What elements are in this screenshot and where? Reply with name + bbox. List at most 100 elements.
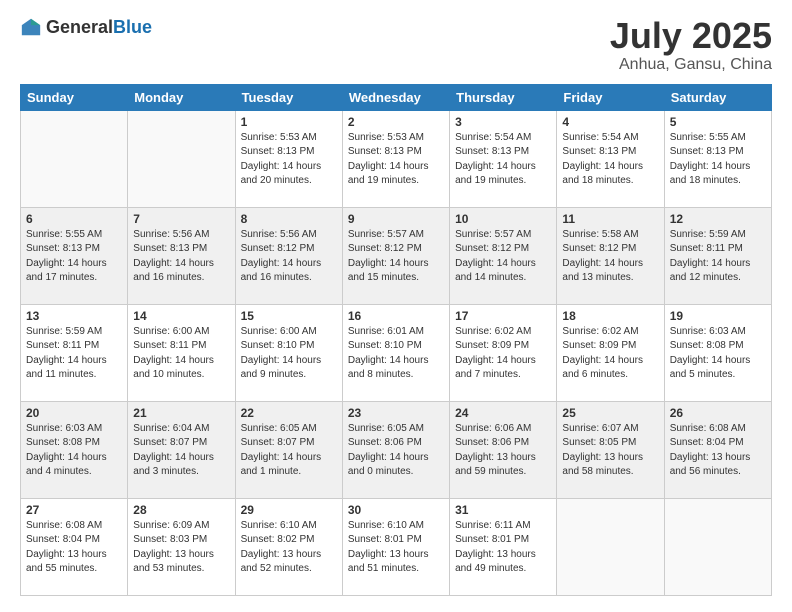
day-info: Sunrise: 6:00 AMSunset: 8:11 PMDaylight:… xyxy=(133,325,229,383)
calendar-cell: 8 Sunrise: 5:56 AMSunset: 8:12 PMDaylight… xyxy=(235,207,342,304)
calendar-week-row: 13 Sunrise: 5:59 AMSunset: 8:11 PMDayligh… xyxy=(21,304,772,401)
calendar-cell: 4Sunrise: 5:54 AMSunset: 8:13 PMDaylight… xyxy=(557,110,664,207)
day-number: 18 xyxy=(562,309,658,323)
day-info: Sunrise: 5:55 AMSunset: 8:13 PMDaylight:… xyxy=(670,131,766,189)
day-number: 19 xyxy=(670,309,766,323)
logo-general: General xyxy=(46,17,113,37)
day-info: Sunrise: 6:07 AMSunset: 8:05 PMDaylight:… xyxy=(562,422,658,480)
calendar-cell: 12 Sunrise: 5:59 AMSunset: 8:11 PMDayligh… xyxy=(664,207,771,304)
calendar-week-row: 20Sunrise: 6:03 AMSunset: 8:08 PMDayligh… xyxy=(21,401,772,498)
day-number: 23 xyxy=(348,406,444,420)
day-info: Sunrise: 5:55 AMSunset: 8:13 PMDaylight:… xyxy=(26,228,122,286)
day-number: 12 xyxy=(670,212,766,226)
weekday-header-row: SundayMondayTuesdayWednesdayThursdayFrid… xyxy=(21,84,772,110)
calendar-week-row: 27 Sunrise: 6:08 AMSunset: 8:04 PMDayligh… xyxy=(21,498,772,595)
calendar-cell: 24 Sunrise: 6:06 AMSunset: 8:06 PMDayligh… xyxy=(450,401,557,498)
day-number: 6 xyxy=(26,212,122,226)
weekday-header-thursday: Thursday xyxy=(450,84,557,110)
calendar-cell: 10 Sunrise: 5:57 AMSunset: 8:12 PMDayligh… xyxy=(450,207,557,304)
calendar-cell xyxy=(557,498,664,595)
calendar-cell: 11Sunrise: 5:58 AMSunset: 8:12 PMDayligh… xyxy=(557,207,664,304)
calendar-cell xyxy=(21,110,128,207)
day-number: 4 xyxy=(562,115,658,129)
day-info: Sunrise: 5:53 AMSunset: 8:13 PMDaylight:… xyxy=(348,131,444,189)
calendar-cell xyxy=(128,110,235,207)
day-info: Sunrise: 6:10 AMSunset: 8:01 PMDaylight:… xyxy=(348,519,444,577)
weekday-header-sunday: Sunday xyxy=(21,84,128,110)
day-info: Sunrise: 6:06 AMSunset: 8:06 PMDaylight:… xyxy=(455,422,551,480)
logo-icon xyxy=(20,16,42,38)
day-info: Sunrise: 6:09 AMSunset: 8:03 PMDaylight:… xyxy=(133,519,229,577)
calendar-cell: 6 Sunrise: 5:55 AMSunset: 8:13 PMDaylight… xyxy=(21,207,128,304)
day-number: 29 xyxy=(241,503,337,517)
day-number: 30 xyxy=(348,503,444,517)
calendar-cell: 23 Sunrise: 6:05 AMSunset: 8:06 PMDayligh… xyxy=(342,401,449,498)
day-number: 22 xyxy=(241,406,337,420)
day-number: 15 xyxy=(241,309,337,323)
day-info: Sunrise: 5:59 AMSunset: 8:11 PMDaylight:… xyxy=(670,228,766,286)
day-info: Sunrise: 5:57 AMSunset: 8:12 PMDaylight:… xyxy=(455,228,551,286)
day-number: 8 xyxy=(241,212,337,226)
day-info: Sunrise: 5:59 AMSunset: 8:11 PMDaylight:… xyxy=(26,325,122,383)
day-number: 28 xyxy=(133,503,229,517)
day-number: 5 xyxy=(670,115,766,129)
calendar-location: Anhua, Gansu, China xyxy=(610,56,772,74)
day-number: 1 xyxy=(241,115,337,129)
calendar-cell: 18 Sunrise: 6:02 AMSunset: 8:09 PMDayligh… xyxy=(557,304,664,401)
day-info: Sunrise: 5:56 AMSunset: 8:13 PMDaylight:… xyxy=(133,228,229,286)
day-info: Sunrise: 5:56 AMSunset: 8:12 PMDaylight:… xyxy=(241,228,337,286)
day-info: Sunrise: 6:03 AMSunset: 8:08 PMDaylight:… xyxy=(670,325,766,383)
day-number: 25 xyxy=(562,406,658,420)
day-info: Sunrise: 6:01 AMSunset: 8:10 PMDaylight:… xyxy=(348,325,444,383)
calendar-cell: 5 Sunrise: 5:55 AMSunset: 8:13 PMDaylight… xyxy=(664,110,771,207)
day-number: 24 xyxy=(455,406,551,420)
day-number: 11 xyxy=(562,212,658,226)
calendar-cell: 3 Sunrise: 5:54 AMSunset: 8:13 PMDaylight… xyxy=(450,110,557,207)
calendar-cell: 21Sunrise: 6:04 AMSunset: 8:07 PMDayligh… xyxy=(128,401,235,498)
day-number: 7 xyxy=(133,212,229,226)
calendar-cell: 26 Sunrise: 6:08 AMSunset: 8:04 PMDayligh… xyxy=(664,401,771,498)
calendar-cell: 25 Sunrise: 6:07 AMSunset: 8:05 PMDayligh… xyxy=(557,401,664,498)
day-info: Sunrise: 6:02 AMSunset: 8:09 PMDaylight:… xyxy=(455,325,551,383)
calendar-cell: 16Sunrise: 6:01 AMSunset: 8:10 PMDayligh… xyxy=(342,304,449,401)
logo-text: GeneralBlue xyxy=(46,17,152,38)
day-info: Sunrise: 6:08 AMSunset: 8:04 PMDaylight:… xyxy=(670,422,766,480)
day-info: Sunrise: 6:10 AMSunset: 8:02 PMDaylight:… xyxy=(241,519,337,577)
day-info: Sunrise: 6:08 AMSunset: 8:04 PMDaylight:… xyxy=(26,519,122,577)
day-info: Sunrise: 5:54 AMSunset: 8:13 PMDaylight:… xyxy=(455,131,551,189)
weekday-header-tuesday: Tuesday xyxy=(235,84,342,110)
day-info: Sunrise: 6:04 AMSunset: 8:07 PMDaylight:… xyxy=(133,422,229,480)
day-number: 2 xyxy=(348,115,444,129)
day-number: 9 xyxy=(348,212,444,226)
header: GeneralBlue July 2025 Anhua, Gansu, Chin… xyxy=(20,16,772,74)
calendar-cell: 31Sunrise: 6:11 AMSunset: 8:01 PMDayligh… xyxy=(450,498,557,595)
day-number: 27 xyxy=(26,503,122,517)
weekday-header-monday: Monday xyxy=(128,84,235,110)
calendar-cell: 2 Sunrise: 5:53 AMSunset: 8:13 PMDaylight… xyxy=(342,110,449,207)
calendar-cell: 22Sunrise: 6:05 AMSunset: 8:07 PMDayligh… xyxy=(235,401,342,498)
day-number: 20 xyxy=(26,406,122,420)
calendar-cell: 9Sunrise: 5:57 AMSunset: 8:12 PMDaylight… xyxy=(342,207,449,304)
day-info: Sunrise: 6:02 AMSunset: 8:09 PMDaylight:… xyxy=(562,325,658,383)
calendar-cell xyxy=(664,498,771,595)
day-number: 13 xyxy=(26,309,122,323)
calendar-week-row: 6 Sunrise: 5:55 AMSunset: 8:13 PMDaylight… xyxy=(21,207,772,304)
day-number: 10 xyxy=(455,212,551,226)
calendar-cell: 1 Sunrise: 5:53 AMSunset: 8:13 PMDaylight… xyxy=(235,110,342,207)
calendar-week-row: 1 Sunrise: 5:53 AMSunset: 8:13 PMDaylight… xyxy=(21,110,772,207)
day-number: 17 xyxy=(455,309,551,323)
day-number: 26 xyxy=(670,406,766,420)
calendar-cell: 13 Sunrise: 5:59 AMSunset: 8:11 PMDayligh… xyxy=(21,304,128,401)
day-number: 3 xyxy=(455,115,551,129)
day-number: 31 xyxy=(455,503,551,517)
weekday-header-wednesday: Wednesday xyxy=(342,84,449,110)
day-number: 14 xyxy=(133,309,229,323)
calendar-cell: 17 Sunrise: 6:02 AMSunset: 8:09 PMDayligh… xyxy=(450,304,557,401)
day-info: Sunrise: 5:53 AMSunset: 8:13 PMDaylight:… xyxy=(241,131,337,189)
calendar-cell: 27 Sunrise: 6:08 AMSunset: 8:04 PMDayligh… xyxy=(21,498,128,595)
logo-blue: Blue xyxy=(113,17,152,37)
calendar-cell: 20Sunrise: 6:03 AMSunset: 8:08 PMDayligh… xyxy=(21,401,128,498)
calendar-title: July 2025 xyxy=(610,16,772,56)
day-info: Sunrise: 6:05 AMSunset: 8:06 PMDaylight:… xyxy=(348,422,444,480)
calendar-cell: 7 Sunrise: 5:56 AMSunset: 8:13 PMDaylight… xyxy=(128,207,235,304)
